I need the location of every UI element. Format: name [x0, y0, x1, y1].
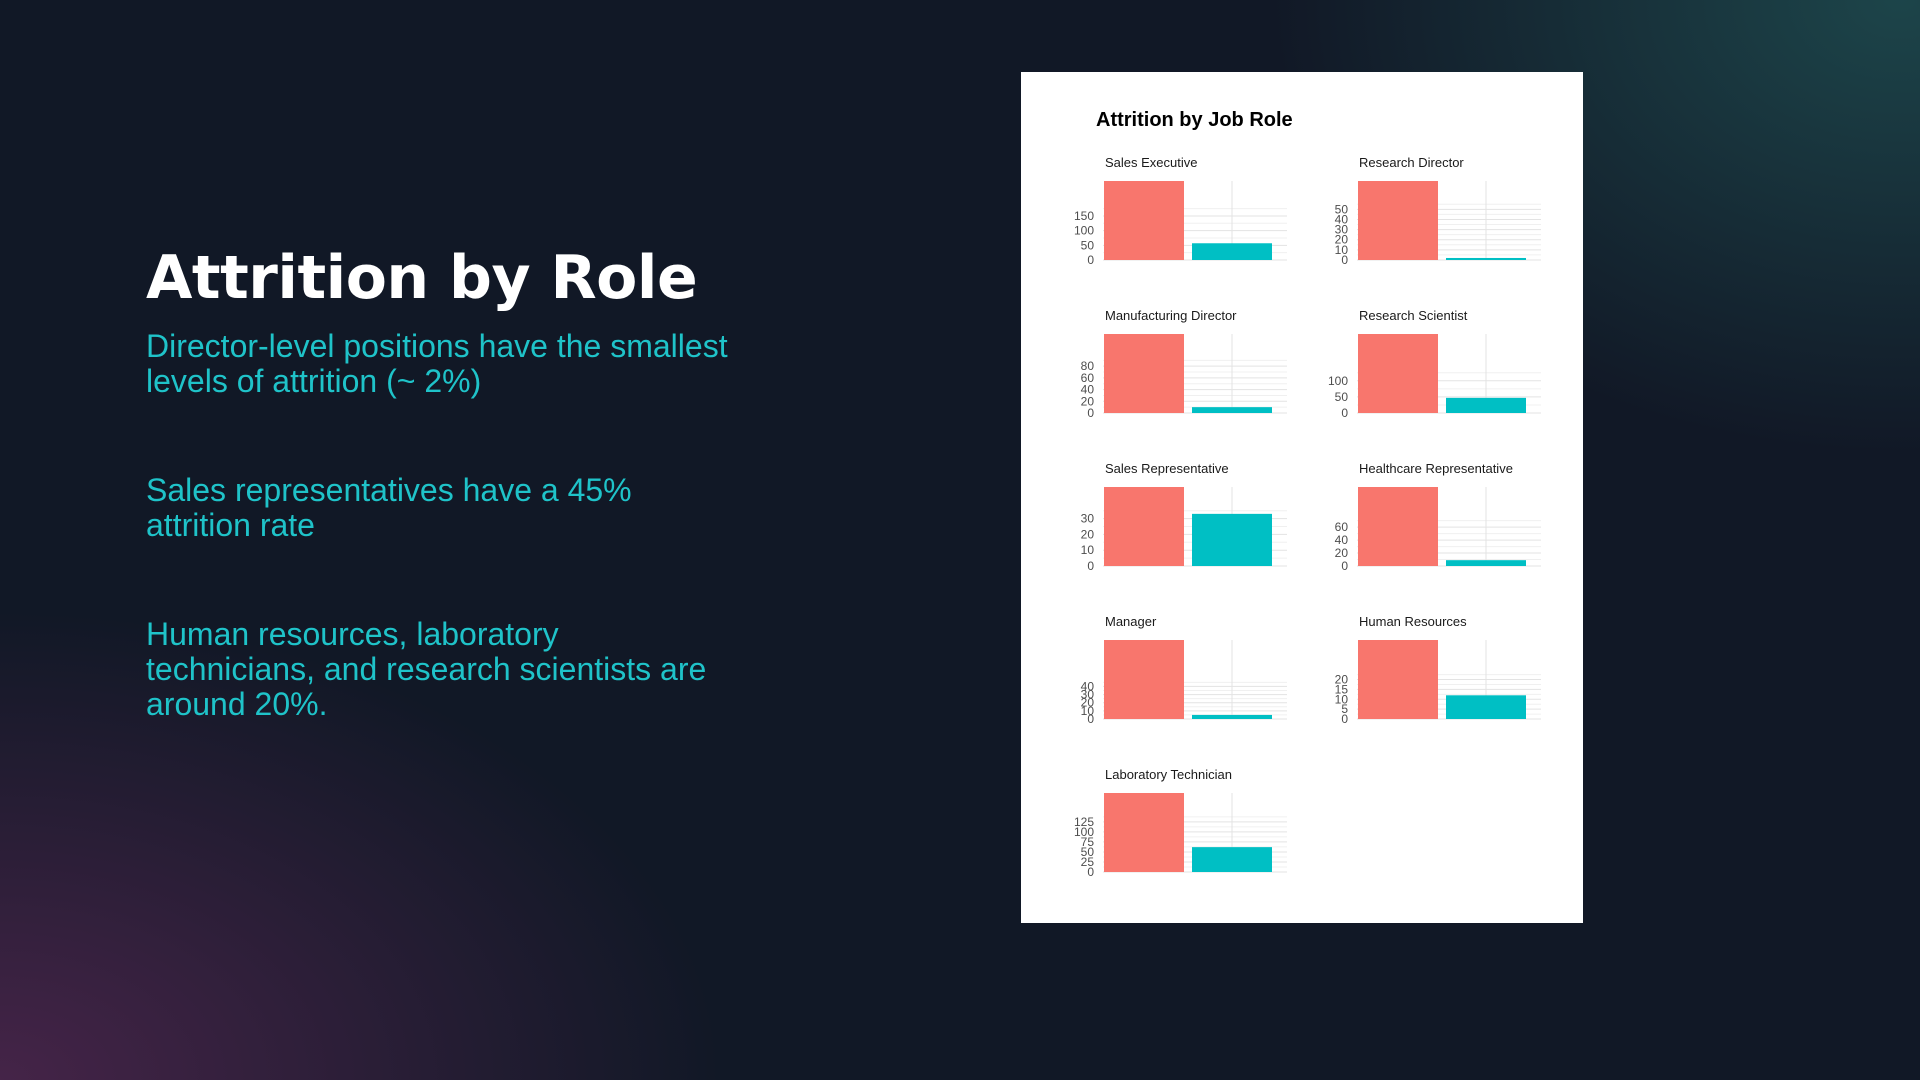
bullet-around-20-percent: Human resources, laboratory technicians,…: [146, 616, 707, 722]
facet-manager: Manager010203040: [1081, 614, 1287, 726]
facet-research-director: Research Director01020304050: [1335, 155, 1541, 267]
facet-laboratory-technician: Laboratory Technician0255075100125: [1074, 767, 1287, 879]
y-tick-label-manufacturing-director: 80: [1081, 359, 1095, 373]
bar-no-attrition-healthcare-representative: [1358, 487, 1438, 566]
y-tick-label-laboratory-technician: 125: [1074, 815, 1094, 829]
y-tick-label-manager: 40: [1081, 679, 1095, 693]
bar-attrition-research-director: [1446, 257, 1526, 260]
bar-no-attrition-manufacturing-director: [1104, 334, 1184, 413]
y-tick-label-sales-representative: 10: [1081, 543, 1095, 557]
facet-label-manager: Manager: [1105, 614, 1157, 629]
facet-label-human-resources: Human Resources: [1359, 614, 1467, 629]
bar-attrition-research-scientist: [1446, 397, 1526, 413]
y-tick-label-sales-representative: 20: [1081, 527, 1095, 541]
bar-attrition-manufacturing-director: [1192, 407, 1272, 413]
y-tick-label-healthcare-representative: 60: [1335, 520, 1349, 534]
y-tick-label-sales-executive: 100: [1074, 224, 1094, 238]
bar-no-attrition-sales-executive: [1104, 181, 1184, 260]
facet-sales-executive: Sales Executive 050100150: [1074, 155, 1287, 267]
bar-no-attrition-laboratory-technician: [1104, 793, 1184, 872]
bar-no-attrition-human-resources: [1358, 640, 1438, 719]
y-tick-label-sales-executive: 150: [1074, 209, 1094, 223]
facet-label-manufacturing-director: Manufacturing Director: [1105, 308, 1237, 323]
facet-label-laboratory-technician: Laboratory Technician: [1105, 767, 1232, 782]
y-tick-label-human-resources: 20: [1335, 673, 1349, 687]
bar-attrition-laboratory-technician: [1192, 847, 1272, 872]
y-tick-label-healthcare-representative: 20: [1335, 546, 1349, 560]
facet-manufacturing-director: Manufacturing Director020406080: [1081, 308, 1287, 420]
bar-attrition-healthcare-representative: [1446, 560, 1526, 566]
facet-label-sales-representative: Sales Representative: [1105, 461, 1229, 476]
y-tick-label-research-director: 50: [1335, 202, 1349, 216]
y-tick-label-healthcare-representative: 0: [1341, 559, 1348, 573]
y-tick-label-research-scientist: 100: [1328, 374, 1348, 388]
bullet-director-attrition: Director-level positions have the smalle…: [146, 328, 728, 399]
y-tick-label-sales-executive: 0: [1087, 253, 1094, 267]
facet-sales-representative: Sales Representative 0 10 2030: [1081, 461, 1287, 573]
facet-label-research-scientist: Research Scientist: [1359, 308, 1468, 323]
bar-no-attrition-sales-representative: [1104, 487, 1184, 566]
bar-attrition-human-resources: [1446, 695, 1526, 719]
y-tick-label-sales-representative: 0: [1087, 559, 1094, 573]
facet-label-sales-executive: Sales Executive: [1105, 155, 1198, 170]
slide-title: Attrition by Role: [146, 243, 698, 313]
y-tick-label-research-scientist: 50: [1335, 390, 1349, 404]
bar-attrition-manager: [1192, 714, 1272, 719]
facet-research-scientist: Research Scientist 0 50 100: [1328, 308, 1541, 420]
y-tick-label-sales-representative: 30: [1081, 512, 1095, 526]
facet-label-research-director: Research Director: [1359, 155, 1464, 170]
bar-attrition-sales-executive: [1192, 243, 1272, 260]
chart-card: Attrition by Job Role Sales Executive 0 50…: [1021, 72, 1583, 923]
bar-no-attrition-research-scientist: [1358, 334, 1438, 413]
bullet-sales-rep-attrition: Sales representatives have a 45% attriti…: [146, 472, 632, 543]
facet-healthcare-representative: Healthcare Representative 0204060: [1335, 461, 1541, 573]
chart-title: Attrition by Job Role: [1096, 109, 1293, 131]
bar-no-attrition-manager: [1104, 640, 1184, 719]
bar-no-attrition-research-director: [1358, 181, 1438, 260]
facet-label-healthcare-representative: Healthcare Representative: [1359, 461, 1513, 476]
attrition-by-job-role-chart: Attrition by Job Role Sales Executive050…: [1074, 109, 1541, 879]
bar-attrition-sales-representative: [1192, 513, 1272, 566]
y-tick-label-sales-executive: 50: [1081, 238, 1095, 252]
y-tick-label-healthcare-representative: 40: [1335, 533, 1349, 547]
facet-human-resources: Human Resources05101520: [1335, 614, 1541, 726]
y-tick-label-research-scientist: 0: [1341, 406, 1348, 420]
